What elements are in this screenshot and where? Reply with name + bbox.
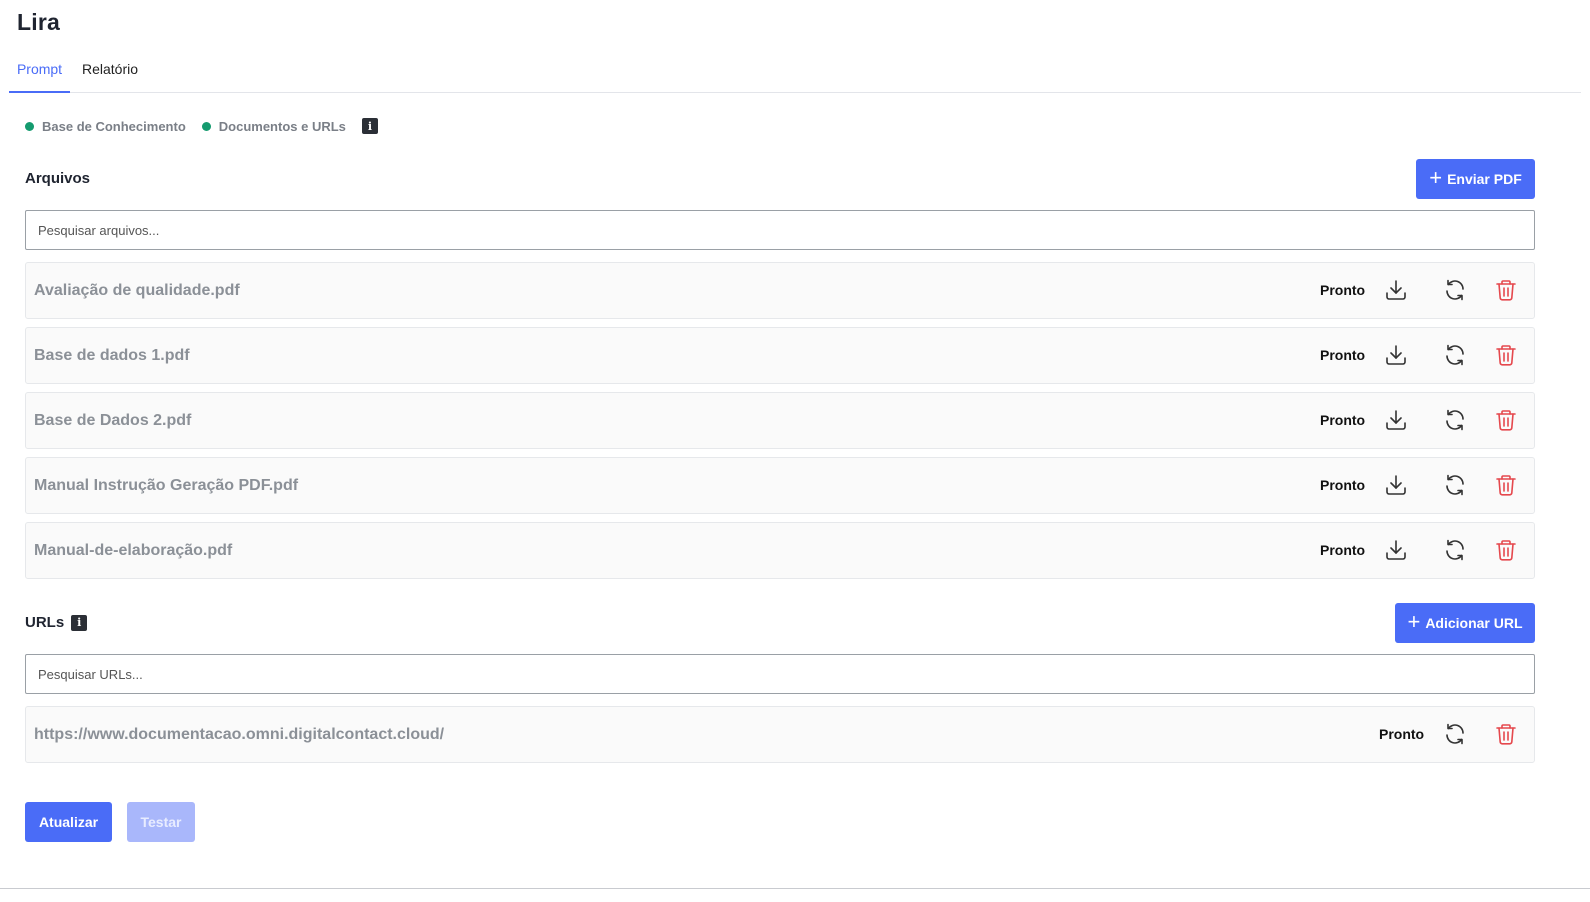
download-button[interactable] [1383, 407, 1409, 433]
delete-button[interactable] [1493, 721, 1519, 747]
refresh-icon [1443, 343, 1467, 367]
upload-pdf-button[interactable]: + Enviar PDF [1416, 159, 1535, 199]
file-name: Manual-de-elaboração.pdf [34, 542, 233, 559]
status-label: Pronto [1320, 477, 1366, 493]
test-button[interactable]: Testar [127, 802, 195, 842]
download-button[interactable] [1383, 537, 1409, 563]
delete-button[interactable] [1493, 407, 1519, 433]
files-search-input[interactable] [25, 210, 1535, 250]
status-label: Pronto [1320, 282, 1366, 298]
reprocess-button[interactable] [1442, 342, 1468, 368]
download-icon [1384, 278, 1408, 302]
status-label: Pronto [1379, 726, 1425, 742]
plus-icon: + [1429, 165, 1443, 190]
delete-button[interactable] [1493, 342, 1519, 368]
refresh-icon [1443, 538, 1467, 562]
reprocess-button[interactable] [1442, 537, 1468, 563]
trash-icon [1494, 408, 1518, 432]
source-label: Documentos e URLs [218, 118, 346, 134]
url-text: https://www.documentacao.omni.digitalcon… [34, 726, 445, 743]
download-button[interactable] [1383, 472, 1409, 498]
delete-button[interactable] [1493, 472, 1519, 498]
download-icon [1384, 538, 1408, 562]
delete-button[interactable] [1493, 537, 1519, 563]
download-icon [1384, 473, 1408, 497]
download-button[interactable] [1383, 277, 1409, 303]
tab-bar: Prompt Relatório [9, 52, 1581, 93]
reprocess-button[interactable] [1442, 277, 1468, 303]
download-icon [1384, 343, 1408, 367]
refresh-icon [1443, 473, 1467, 497]
download-button[interactable] [1383, 342, 1409, 368]
file-row: Manual-de-elaboração.pdf Pronto [25, 522, 1535, 579]
tab-relatorio[interactable]: Relatório [82, 52, 139, 92]
urls-section-title: URLs i [25, 614, 88, 631]
tab-prompt[interactable]: Prompt [9, 52, 70, 93]
url-row: https://www.documentacao.omni.digitalcon… [25, 706, 1535, 763]
status-dot [201, 121, 211, 131]
upload-pdf-label: Enviar PDF [1447, 171, 1522, 187]
refresh-icon [1443, 408, 1467, 432]
plus-icon: + [1407, 609, 1421, 634]
add-url-button[interactable]: + Adicionar URL [1395, 603, 1535, 643]
source-knowledge-base: Base de Conhecimento [25, 119, 186, 134]
files-section-title: Arquivos [25, 170, 90, 187]
trash-icon [1494, 343, 1518, 367]
trash-icon [1494, 538, 1518, 562]
download-icon [1384, 408, 1408, 432]
info-icon[interactable]: i [361, 118, 378, 134]
file-row: Avaliação de qualidade.pdf Pronto [25, 262, 1535, 319]
refresh-icon [1443, 278, 1467, 302]
status-label: Pronto [1320, 412, 1366, 428]
divider [0, 888, 1590, 889]
delete-button[interactable] [1493, 277, 1519, 303]
file-row: Base de dados 1.pdf Pronto [25, 327, 1535, 384]
page-title: Lira [17, 9, 60, 35]
status-label: Pronto [1320, 542, 1366, 558]
reprocess-button[interactable] [1442, 407, 1468, 433]
file-row: Base de Dados 2.pdf Pronto [25, 392, 1535, 449]
status-label: Pronto [1320, 347, 1366, 363]
file-name: Base de dados 1.pdf [34, 347, 190, 364]
reprocess-button[interactable] [1442, 472, 1468, 498]
info-icon[interactable]: i [71, 614, 88, 631]
file-name: Avaliação de qualidade.pdf [34, 282, 240, 299]
file-row: Manual Instrução Geração PDF.pdf Pronto [25, 457, 1535, 514]
source-status-bar: Base de Conhecimento Documentos e URLs i [25, 117, 378, 135]
trash-icon [1494, 278, 1518, 302]
files-title-text: Arquivos [25, 170, 91, 187]
file-name: Base de Dados 2.pdf [34, 412, 192, 429]
urls-title-text: URLs [25, 614, 65, 631]
reprocess-button[interactable] [1442, 721, 1468, 747]
status-dot [25, 121, 34, 131]
trash-icon [1494, 722, 1518, 746]
update-button[interactable]: Atualizar [25, 802, 112, 842]
source-label: Base de Conhecimento [42, 118, 186, 134]
refresh-icon [1443, 722, 1467, 746]
add-url-label: Adicionar URL [1425, 615, 1523, 631]
urls-search-input[interactable] [25, 654, 1535, 694]
source-documents-urls: Documentos e URLs [201, 118, 346, 134]
file-name: Manual Instrução Geração PDF.pdf [34, 477, 299, 494]
trash-icon [1494, 473, 1518, 497]
